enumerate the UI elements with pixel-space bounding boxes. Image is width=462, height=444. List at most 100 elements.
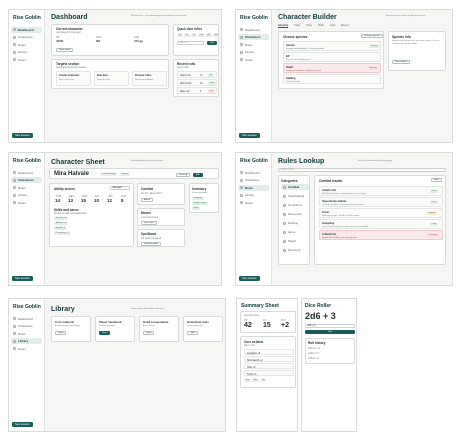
nav-notes[interactable]: Notes xyxy=(238,57,269,63)
nav-characters[interactable]: Characters xyxy=(238,177,269,183)
nav-dashboard[interactable]: Dashboard xyxy=(238,170,269,176)
nav-dashboard[interactable]: Dashboard xyxy=(238,27,269,33)
nav-notes[interactable]: Notes xyxy=(11,200,42,206)
prepare-spells-button[interactable]: Prepare spells xyxy=(141,242,161,246)
item-chip[interactable]: Rope xyxy=(192,207,201,211)
die-d8[interactable]: d8 xyxy=(191,34,197,38)
roll-button[interactable]: Roll xyxy=(305,330,355,334)
list-item[interactable]: Track +3 xyxy=(244,370,294,376)
library-item[interactable]: Homebrew rules Your custom rules Open xyxy=(183,316,223,342)
target-browse-rules[interactable]: Browse rules Search the rulebook xyxy=(132,71,167,86)
nav-rules[interactable]: Rules xyxy=(238,42,269,48)
attack-button[interactable]: Attack xyxy=(141,198,154,202)
category-combat[interactable]: Combat xyxy=(281,184,309,190)
species-option-dwarf[interactable]: Dwarf Tough and stubborn, resistant to p… xyxy=(283,63,381,73)
change-species-button[interactable]: Change species xyxy=(361,34,383,38)
open-button[interactable]: Open xyxy=(55,331,67,335)
use-move-button[interactable]: Use move xyxy=(141,221,157,225)
list-item[interactable]: Hide +3 xyxy=(244,363,294,369)
nav-library[interactable]: Library xyxy=(238,49,269,55)
category-resting[interactable]: Resting xyxy=(281,220,309,226)
category-movement[interactable]: Movement xyxy=(281,211,309,217)
nav-dashboard[interactable]: Dashboard xyxy=(11,170,42,176)
tab-class[interactable]: Class xyxy=(294,24,300,27)
target-create-character[interactable]: Create character Start a new hero xyxy=(56,71,91,86)
die-d10[interactable]: d10 xyxy=(198,34,205,38)
die-d12[interactable]: d12 xyxy=(205,34,213,38)
category-spellcasting[interactable]: Spellcasting xyxy=(281,193,309,199)
category-monsters[interactable]: Monsters xyxy=(281,247,309,253)
rule-result[interactable]: Critical hits A natural 20 doubles your … xyxy=(319,230,443,240)
nav-library[interactable]: Library xyxy=(238,192,269,198)
list-item[interactable]: Shortsword +4 xyxy=(244,356,294,362)
nav-characters[interactable]: Characters xyxy=(11,323,42,329)
item-chip[interactable]: Leather armor xyxy=(192,202,209,206)
view-details-button[interactable]: View details xyxy=(392,60,410,64)
nav-rules[interactable]: Rules xyxy=(11,185,42,191)
book-icon xyxy=(13,186,16,189)
nav-library[interactable]: Library xyxy=(11,192,42,198)
nav-notes[interactable]: Notes xyxy=(11,346,42,352)
new-session-button[interactable]: New session xyxy=(12,422,33,427)
rule-result[interactable]: Grappling Use an action to grab a creatu… xyxy=(319,219,443,229)
rule-result[interactable]: Attack rolls Roll d20 and add your attac… xyxy=(319,186,443,196)
nav-library[interactable]: Library xyxy=(11,338,42,344)
edit-button[interactable]: Edit xyxy=(193,172,203,177)
library-item[interactable]: Core rulebook Everything you need to pla… xyxy=(51,316,91,342)
nav-characters[interactable]: Characters xyxy=(11,34,42,40)
new-session-button[interactable]: New session xyxy=(239,133,260,138)
library-item[interactable]: Guild compendium Extra classes Open xyxy=(139,316,179,342)
rule-result[interactable]: Opportunity attacks Leaving an enemy's r… xyxy=(319,197,443,207)
rules-search-input[interactable]: Search rules... xyxy=(278,168,446,172)
nav-characters[interactable]: Characters xyxy=(11,177,42,183)
tab-traits[interactable]: Traits xyxy=(306,24,312,27)
level-up-button[interactable]: Level up xyxy=(176,172,191,177)
item-chip[interactable]: Longbow xyxy=(192,197,204,201)
roll-button[interactable]: Roll xyxy=(207,41,217,45)
die-d20[interactable]: d20 xyxy=(213,34,218,38)
category-magic[interactable]: Magic xyxy=(281,238,309,244)
die-d6[interactable]: d6 xyxy=(184,34,190,38)
skill-chip[interactable]: Athletics +4 xyxy=(54,222,68,226)
save-chip[interactable]: Wis xyxy=(252,379,259,383)
die-d4[interactable]: d4 xyxy=(177,34,183,38)
nav-notes[interactable]: Notes xyxy=(238,200,269,206)
category-conditions[interactable]: Conditions xyxy=(281,202,309,208)
rule-result[interactable]: Cover Half cover grants +2 to AC and Dex… xyxy=(319,208,443,218)
open-button[interactable]: Open xyxy=(143,331,155,335)
library-item[interactable]: Player handbook Options for players Open xyxy=(95,316,135,342)
nav-rules[interactable]: Rules xyxy=(11,331,42,337)
nav-characters[interactable]: Characters xyxy=(238,34,269,40)
nav-notes[interactable]: Notes xyxy=(11,57,42,63)
dice-input[interactable]: 2d6 + 3 xyxy=(305,324,355,328)
save-chip[interactable]: Dex xyxy=(244,379,251,383)
open-button[interactable]: Open xyxy=(99,331,111,335)
new-session-button[interactable]: New session xyxy=(239,276,260,281)
nav-rules[interactable]: Rules xyxy=(11,42,42,48)
category-items[interactable]: Items xyxy=(281,229,309,235)
tab-review[interactable]: Review xyxy=(341,24,349,27)
open-button[interactable]: Open xyxy=(187,331,199,335)
nav-library[interactable]: Library xyxy=(11,49,42,55)
skill-chip[interactable]: Perception +3 xyxy=(54,232,71,236)
open-sheet-button[interactable]: Open sheet xyxy=(56,48,74,52)
species-option-human[interactable]: Human Versatile and adaptable, +1 to any… xyxy=(283,41,381,51)
new-session-button[interactable]: New session xyxy=(12,276,33,281)
skill-chip[interactable]: Stealth +3 xyxy=(54,227,67,231)
nav-dashboard[interactable]: Dashboard xyxy=(11,26,42,33)
new-session-button[interactable]: New session xyxy=(12,133,33,138)
target-roll-dice[interactable]: Roll dice Open the roller xyxy=(94,71,129,86)
list-item[interactable]: Longbow +5 xyxy=(244,349,294,355)
tab-gear[interactable]: Gear xyxy=(330,24,335,27)
skill-chip[interactable]: Survival +3 xyxy=(54,217,68,221)
species-option-elf[interactable]: Elf Keen senses and long lives. xyxy=(283,52,381,62)
dice-expression-input[interactable]: 2d6 + 3 xyxy=(177,41,204,45)
nav-rules[interactable]: Rules xyxy=(238,184,269,191)
filter-button[interactable]: Filter xyxy=(431,178,442,182)
species-option-halfling[interactable]: Halfling Small and lucky. xyxy=(283,74,381,84)
save-chip[interactable]: Str xyxy=(260,379,267,383)
nav-dashboard[interactable]: Dashboard xyxy=(11,316,42,322)
tab-skills[interactable]: Skills xyxy=(318,24,324,27)
score-method-select[interactable]: Standard xyxy=(110,186,130,190)
tab-ancestry[interactable]: Ancestry xyxy=(278,24,289,28)
